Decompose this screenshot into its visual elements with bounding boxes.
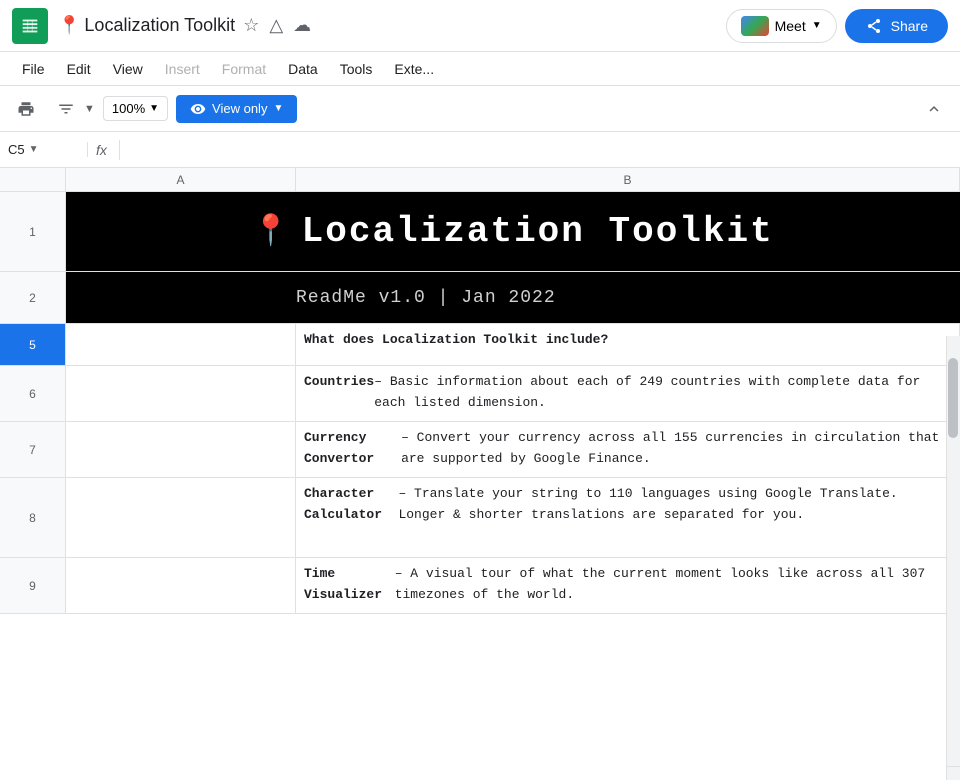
view-only-chevron-icon: ▼ [273, 103, 283, 114]
sheet-subtitle: ReadMe v1.0 | Jan 2022 [296, 288, 556, 308]
column-headers: A B [0, 168, 960, 192]
cell-9b[interactable]: Time Visualizer – A visual tour of what … [296, 558, 960, 613]
row-number-5: 5 [0, 324, 66, 365]
row8-label: Character Calculator [304, 484, 398, 526]
row-number-7: 7 [0, 422, 66, 477]
title-pin-cell-icon: 📍 [252, 213, 291, 250]
cell-reference-box[interactable]: C5 ▼ [8, 142, 88, 157]
title-pin-icon: 📍 [58, 15, 80, 36]
row9-text: – A visual tour of what the current mome… [395, 564, 951, 606]
row-number-9: 9 [0, 558, 66, 613]
filter-button[interactable] [50, 93, 82, 125]
col-header-a[interactable]: A [66, 168, 296, 191]
title-bar: 📍 Localization Toolkit ☆ △ ☁ Meet ▼ Shar… [0, 0, 960, 52]
title-action-icons: ☆ △ ☁ [243, 15, 311, 36]
cell-5b[interactable]: What does Localization Toolkit include? [296, 324, 960, 365]
table-row: 5 What does Localization Toolkit include… [0, 324, 960, 366]
app-icon [12, 8, 48, 44]
subtitle-merged-cell: ReadMe v1.0 | Jan 2022 [66, 272, 960, 323]
menu-tools[interactable]: Tools [330, 57, 383, 81]
row7-label: Currency Convertor [304, 428, 401, 470]
row9-label: Time Visualizer [304, 564, 395, 606]
view-only-label: View only [212, 101, 267, 116]
sheet-body: 1 📍 Localization Toolkit 2 ReadMe v1.0 |… [0, 192, 960, 614]
cell-8b[interactable]: Character Calculator – Translate your st… [296, 478, 960, 557]
meet-button[interactable]: Meet ▼ [726, 9, 837, 43]
keep-icon[interactable]: △ [269, 15, 283, 36]
cell-6a[interactable] [66, 366, 296, 421]
table-row: 9 Time Visualizer – A visual tour of wha… [0, 558, 960, 614]
eye-icon [190, 101, 206, 117]
sheet-main-title: 📍 Localization Toolkit [252, 211, 773, 252]
share-label: Share [891, 18, 928, 34]
col-header-b[interactable]: B [296, 168, 960, 191]
menu-view[interactable]: View [103, 57, 153, 81]
table-row: 6 Countries – Basic information about ea… [0, 366, 960, 422]
menu-data[interactable]: Data [278, 57, 328, 81]
print-button[interactable] [10, 93, 42, 125]
meet-icon [741, 16, 769, 36]
share-button[interactable]: Share [845, 9, 948, 43]
meet-chevron-icon: ▼ [812, 20, 822, 31]
cell-5a[interactable] [66, 324, 296, 365]
spreadsheet: A B 1 📍 Localization Toolkit 2 ReadMe v1… [0, 168, 960, 780]
row5-text: What does Localization Toolkit include? [304, 330, 608, 351]
share-icon [865, 17, 883, 35]
cell-ref-chevron-icon: ▼ [29, 144, 39, 155]
row-number-8: 8 [0, 478, 66, 557]
zoom-chevron-icon: ▼ [149, 103, 159, 114]
formula-bar: C5 ▼ fx [0, 132, 960, 168]
cell-6b[interactable]: Countries – Basic information about each… [296, 366, 960, 421]
row-number-1: 1 [0, 192, 66, 271]
toolbar: ▼ 100% ▼ View only ▼ [0, 86, 960, 132]
zoom-value: 100% [112, 101, 145, 116]
row7-text: – Convert your currency across all 155 c… [401, 428, 951, 470]
table-row: 2 ReadMe v1.0 | Jan 2022 [0, 272, 960, 324]
row-number-6: 6 [0, 366, 66, 421]
table-row: 7 Currency Convertor – Convert your curr… [0, 422, 960, 478]
star-icon[interactable]: ☆ [243, 15, 259, 36]
cell-9a[interactable] [66, 558, 296, 613]
cell-7b[interactable]: Currency Convertor – Convert your curren… [296, 422, 960, 477]
cell-8a[interactable] [66, 478, 296, 557]
menu-file[interactable]: File [12, 57, 55, 81]
row6-text: – Basic information about each of 249 co… [374, 372, 951, 414]
doc-title[interactable]: Localization Toolkit [84, 15, 235, 36]
cloud-icon[interactable]: ☁ [293, 15, 311, 36]
scroll-corner [946, 766, 960, 780]
fx-label: fx [96, 142, 107, 158]
menu-insert: Insert [155, 57, 210, 81]
vertical-scrollbar[interactable] [946, 336, 960, 780]
meet-label: Meet [775, 18, 806, 34]
cell-ref-value: C5 [8, 142, 25, 157]
row-number-2: 2 [0, 272, 66, 323]
view-only-button[interactable]: View only ▼ [176, 95, 297, 123]
collapse-toolbar-button[interactable] [918, 93, 950, 125]
menu-edit[interactable]: Edit [57, 57, 101, 81]
row-num-header [0, 168, 66, 191]
row8-text: – Translate your string to 110 languages… [398, 484, 951, 526]
menu-bar: File Edit View Insert Format Data Tools … [0, 52, 960, 86]
filter-control[interactable]: ▼ [50, 93, 95, 125]
formula-divider [119, 140, 120, 160]
title-merged-cell: 📍 Localization Toolkit [66, 192, 960, 271]
row6-label: Countries [304, 372, 374, 393]
table-row: 8 Character Calculator – Translate your … [0, 478, 960, 558]
menu-format: Format [212, 57, 276, 81]
scrollbar-thumb[interactable] [948, 358, 958, 438]
cell-7a[interactable] [66, 422, 296, 477]
zoom-control[interactable]: 100% ▼ [103, 96, 168, 121]
filter-chevron[interactable]: ▼ [84, 103, 95, 115]
table-row: 1 📍 Localization Toolkit [0, 192, 960, 272]
menu-extensions[interactable]: Exte... [384, 57, 444, 81]
